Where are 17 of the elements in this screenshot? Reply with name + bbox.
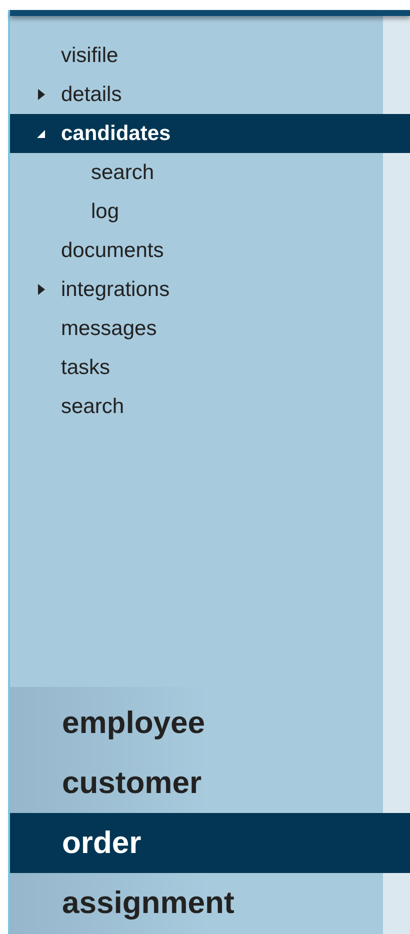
nav-item[interactable]: candidates	[10, 114, 410, 153]
nav-item[interactable]: log	[10, 192, 410, 231]
nav-item[interactable]: messages	[10, 309, 410, 348]
module-tab[interactable]: assignment	[10, 873, 410, 933]
nav-item[interactable]: documents	[10, 231, 410, 270]
nav-item[interactable]: tasks	[10, 348, 410, 387]
module-tab[interactable]: customer	[10, 753, 410, 813]
nav-item[interactable]: search	[10, 153, 410, 192]
module-tab[interactable]: employee	[10, 693, 410, 753]
nav-item[interactable]: search	[10, 387, 410, 426]
expand-triangle-icon[interactable]	[38, 284, 45, 295]
module-tab[interactable]: order	[10, 813, 410, 873]
expand-triangle-icon[interactable]	[38, 89, 45, 100]
nav-item[interactable]: details	[10, 75, 410, 114]
nav-item[interactable]: visifile	[10, 36, 410, 75]
nav-item[interactable]: integrations	[10, 270, 410, 309]
collapse-triangle-icon[interactable]	[37, 130, 45, 138]
